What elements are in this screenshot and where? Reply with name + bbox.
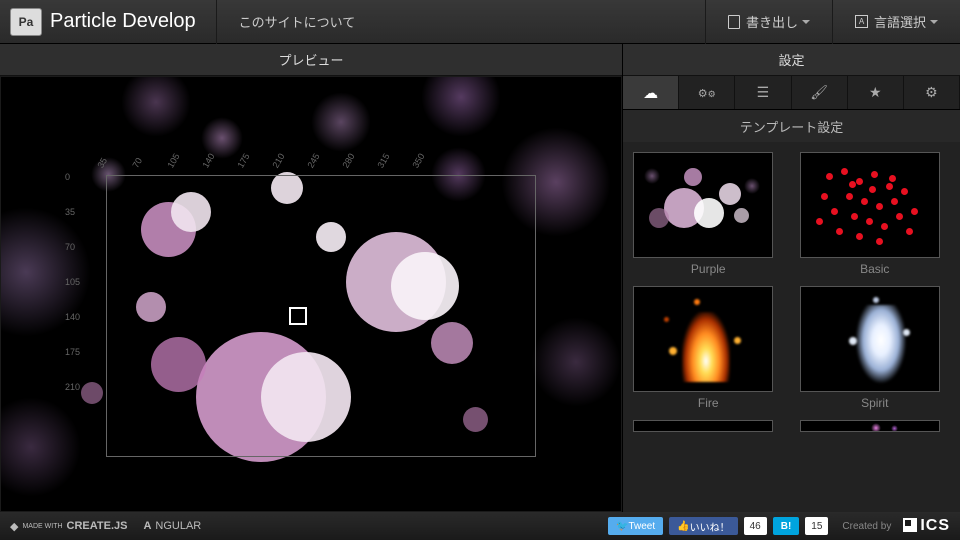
ics-brand[interactable]: ICS (903, 517, 950, 535)
template-label: Purple (633, 262, 784, 276)
app-logo-badge: Pa (10, 8, 42, 36)
angular-logo[interactable]: ANGULAR (143, 520, 201, 532)
settings-pane: 設定 テンプレート設定 Purpl (623, 44, 960, 512)
canvas-tab[interactable] (904, 76, 960, 109)
template-fire[interactable]: Fire (633, 286, 784, 410)
shape-tab[interactable] (848, 76, 904, 109)
ruler-horizontal: 3570105140175210245280315350 (91, 147, 441, 157)
template-label: Basic (800, 262, 951, 276)
language-menu[interactable]: A 言語選択 (832, 0, 960, 44)
export-menu[interactable]: 書き出し (705, 0, 832, 44)
document-icon (728, 15, 740, 29)
color-tab[interactable] (792, 76, 848, 109)
template-spirit[interactable]: Spirit (800, 286, 951, 410)
params-tab[interactable] (735, 76, 791, 109)
createjs-logo[interactable]: ◆ MADE WITH CREATE.JS (10, 520, 127, 533)
ruler-vertical: 03570105140175210 (65, 172, 80, 417)
template-label: Spirit (800, 396, 951, 410)
chevron-down-icon (802, 20, 810, 24)
template-grid: Purple Basic Fire (623, 142, 960, 512)
language-label: 言語選択 (874, 12, 926, 31)
template-basic[interactable]: Basic (800, 152, 951, 276)
app-title: Particle Develop (50, 10, 196, 33)
emitter-tab[interactable] (679, 76, 735, 109)
created-by-label: Created by (842, 521, 891, 532)
settings-subtitle: テンプレート設定 (623, 110, 960, 142)
settings-tabs (623, 76, 960, 110)
language-icon: A (855, 15, 868, 28)
emitter-cursor[interactable] (289, 307, 307, 325)
preview-title: プレビュー (0, 44, 622, 76)
content: プレビュー (0, 44, 960, 512)
artboard-frame (106, 175, 536, 457)
template-tab[interactable] (623, 76, 679, 109)
brush-icon (810, 84, 828, 101)
gears-icon (698, 85, 716, 100)
template-label: Fire (633, 396, 784, 410)
about-menu[interactable]: このサイトについて (216, 0, 378, 44)
export-label: 書き出し (746, 12, 798, 31)
header: Pa Particle Develop このサイトについて 書き出し A 言語選… (0, 0, 960, 44)
preview-canvas[interactable]: 3570105140175210245280315350 03570105140… (1, 77, 621, 511)
facebook-like-count: 46 (744, 517, 767, 535)
template-purple[interactable]: Purple (633, 152, 784, 276)
sliders-icon (757, 84, 770, 101)
preview-pane: プレビュー (0, 44, 623, 512)
chevron-down-icon (930, 20, 938, 24)
cloud-icon (643, 84, 658, 102)
hatena-count: 15 (805, 517, 828, 535)
tweet-button[interactable]: 🐦 Tweet (608, 517, 663, 535)
template-more-2[interactable] (800, 420, 951, 432)
footer: ◆ MADE WITH CREATE.JS ANGULAR 🐦 Tweet 👍 … (0, 512, 960, 540)
facebook-like-button[interactable]: 👍 いいね！ (669, 517, 737, 535)
gear-icon (925, 84, 938, 101)
template-more-1[interactable] (633, 420, 784, 432)
star-icon (869, 84, 882, 101)
settings-title: 設定 (623, 44, 960, 76)
hatena-button[interactable]: B! (773, 517, 800, 535)
